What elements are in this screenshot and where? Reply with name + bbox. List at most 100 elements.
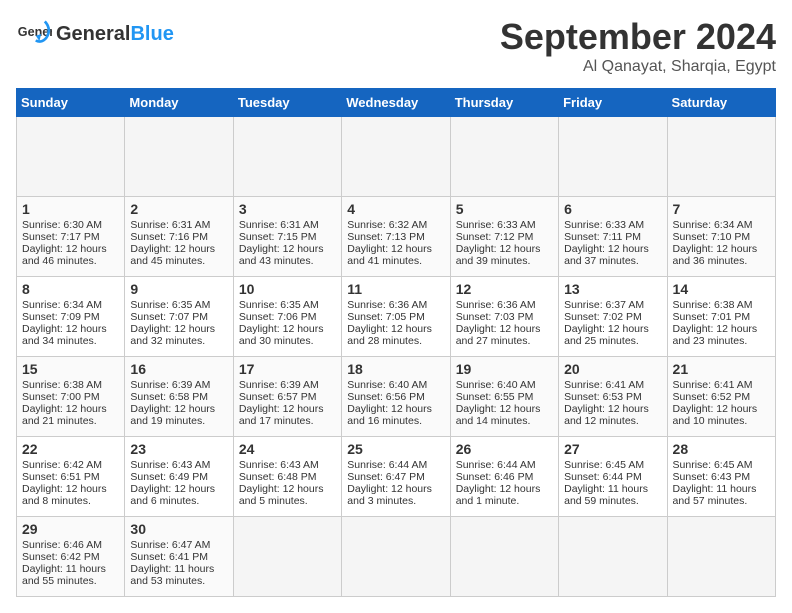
calendar-cell: 9Sunrise: 6:35 AMSunset: 7:07 PMDaylight…: [125, 277, 233, 357]
logo-general: General: [56, 23, 130, 45]
day-number: 18: [347, 361, 444, 377]
day-number: 2: [130, 201, 227, 217]
location-title: Al Qanayat, Sharqia, Egypt: [500, 58, 776, 76]
calendar-cell: 10Sunrise: 6:35 AMSunset: 7:06 PMDayligh…: [233, 277, 341, 357]
calendar-cell: 23Sunrise: 6:43 AMSunset: 6:49 PMDayligh…: [125, 437, 233, 517]
day-number: 20: [564, 361, 661, 377]
calendar-cell: 4 Sunrise: 6:32 AMSunset: 7:13 PMDaylight…: [342, 197, 450, 277]
week-row-3: 15Sunrise: 6:38 AMSunset: 7:00 PMDayligh…: [17, 357, 776, 437]
calendar-cell: 25 Sunrise: 6:44 AMSunset: 6:47 PMDayligh…: [342, 437, 450, 517]
day-info: Sunrise: 6:31 AMSunset: 7:15 PMDaylight:…: [239, 219, 324, 267]
calendar-table: SundayMondayTuesdayWednesdayThursdayFrid…: [16, 88, 776, 597]
calendar-cell: 14 Sunrise: 6:38 AMSunset: 7:01 PMDayligh…: [667, 277, 775, 357]
calendar-cell: 18 Sunrise: 6:40 AMSunset: 6:56 PMDayligh…: [342, 357, 450, 437]
calendar-cell: 3 Sunrise: 6:31 AMSunset: 7:15 PMDaylight…: [233, 197, 341, 277]
day-number: 1: [22, 201, 119, 217]
logo-blue: Blue: [130, 23, 173, 45]
calendar-cell: [559, 117, 667, 197]
col-header-monday: Monday: [125, 89, 233, 117]
day-number: 23: [130, 441, 227, 457]
calendar-cell: 6 Sunrise: 6:33 AMSunset: 7:11 PMDaylight…: [559, 197, 667, 277]
day-number: 8: [22, 281, 119, 297]
day-number: 3: [239, 201, 336, 217]
day-number: 16: [130, 361, 227, 377]
calendar-cell: [125, 117, 233, 197]
day-number: 7: [673, 201, 770, 217]
day-info: Sunrise: 6:33 AMSunset: 7:12 PMDaylight:…: [456, 219, 541, 267]
col-header-saturday: Saturday: [667, 89, 775, 117]
calendar-cell: 7 Sunrise: 6:34 AMSunset: 7:10 PMDaylight…: [667, 197, 775, 277]
day-number: 27: [564, 441, 661, 457]
col-header-wednesday: Wednesday: [342, 89, 450, 117]
week-row-0: [17, 117, 776, 197]
calendar-cell: [450, 117, 558, 197]
day-info: Sunrise: 6:46 AMSunset: 6:42 PMDaylight:…: [22, 539, 106, 587]
calendar-cell: 11Sunrise: 6:36 AMSunset: 7:05 PMDayligh…: [342, 277, 450, 357]
title-block: September 2024 Al Qanayat, Sharqia, Egyp…: [500, 16, 776, 76]
day-info: Sunrise: 6:44 AMSunset: 6:47 PMDaylight:…: [347, 459, 432, 507]
day-number: 19: [456, 361, 553, 377]
day-info: Sunrise: 6:41 AMSunset: 6:52 PMDaylight:…: [673, 379, 758, 427]
week-row-1: 1Sunrise: 6:30 AMSunset: 7:17 PMDaylight…: [17, 197, 776, 277]
calendar-cell: [559, 517, 667, 597]
day-info: Sunrise: 6:32 AMSunset: 7:13 PMDaylight:…: [347, 219, 432, 267]
day-number: 25: [347, 441, 444, 457]
day-info: Sunrise: 6:36 AMSunset: 7:05 PMDaylight:…: [347, 299, 432, 347]
col-header-sunday: Sunday: [17, 89, 125, 117]
day-number: 14: [673, 281, 770, 297]
calendar-cell: 16 Sunrise: 6:39 AMSunset: 6:58 PMDayligh…: [125, 357, 233, 437]
calendar-cell: 19 Sunrise: 6:40 AMSunset: 6:55 PMDayligh…: [450, 357, 558, 437]
calendar-cell: [233, 517, 341, 597]
calendar-cell: 1Sunrise: 6:30 AMSunset: 7:17 PMDaylight…: [17, 197, 125, 277]
day-number: 28: [673, 441, 770, 457]
day-number: 6: [564, 201, 661, 217]
calendar-cell: [450, 517, 558, 597]
day-info: Sunrise: 6:39 AMSunset: 6:58 PMDaylight:…: [130, 379, 215, 427]
calendar-cell: 8 Sunrise: 6:34 AMSunset: 7:09 PMDaylight…: [17, 277, 125, 357]
day-info: Sunrise: 6:34 AMSunset: 7:10 PMDaylight:…: [673, 219, 758, 267]
week-row-5: 29 Sunrise: 6:46 AMSunset: 6:42 PMDayligh…: [17, 517, 776, 597]
calendar-cell: [667, 117, 775, 197]
calendar-cell: 12Sunrise: 6:36 AMSunset: 7:03 PMDayligh…: [450, 277, 558, 357]
month-title: September 2024: [500, 16, 776, 58]
day-info: Sunrise: 6:35 AMSunset: 7:06 PMDaylight:…: [239, 299, 324, 347]
day-info: Sunrise: 6:47 AMSunset: 6:41 PMDaylight:…: [130, 539, 214, 587]
col-header-tuesday: Tuesday: [233, 89, 341, 117]
day-number: 30: [130, 521, 227, 537]
header-row: SundayMondayTuesdayWednesdayThursdayFrid…: [17, 89, 776, 117]
day-info: Sunrise: 6:38 AMSunset: 7:01 PMDaylight:…: [673, 299, 758, 347]
day-number: 24: [239, 441, 336, 457]
day-info: Sunrise: 6:43 AMSunset: 6:48 PMDaylight:…: [239, 459, 324, 507]
page-header: General GeneralBlue September 2024 Al Qa…: [16, 16, 776, 76]
calendar-cell: [342, 117, 450, 197]
logo-text: GeneralBlue: [56, 23, 174, 46]
day-info: Sunrise: 6:45 AMSunset: 6:43 PMDaylight:…: [673, 459, 757, 507]
day-number: 4: [347, 201, 444, 217]
calendar-cell: 13 Sunrise: 6:37 AMSunset: 7:02 PMDayligh…: [559, 277, 667, 357]
day-info: Sunrise: 6:37 AMSunset: 7:02 PMDaylight:…: [564, 299, 649, 347]
day-info: Sunrise: 6:34 AMSunset: 7:09 PMDaylight:…: [22, 299, 107, 347]
calendar-cell: 26Sunrise: 6:44 AMSunset: 6:46 PMDayligh…: [450, 437, 558, 517]
calendar-cell: 17Sunrise: 6:39 AMSunset: 6:57 PMDayligh…: [233, 357, 341, 437]
calendar-cell: 15Sunrise: 6:38 AMSunset: 7:00 PMDayligh…: [17, 357, 125, 437]
calendar-cell: 20Sunrise: 6:41 AMSunset: 6:53 PMDayligh…: [559, 357, 667, 437]
day-info: Sunrise: 6:33 AMSunset: 7:11 PMDaylight:…: [564, 219, 649, 267]
day-number: 22: [22, 441, 119, 457]
calendar-cell: 29 Sunrise: 6:46 AMSunset: 6:42 PMDayligh…: [17, 517, 125, 597]
day-number: 5: [456, 201, 553, 217]
calendar-cell: 24 Sunrise: 6:43 AMSunset: 6:48 PMDayligh…: [233, 437, 341, 517]
day-number: 13: [564, 281, 661, 297]
day-info: Sunrise: 6:40 AMSunset: 6:55 PMDaylight:…: [456, 379, 541, 427]
calendar-cell: 30 Sunrise: 6:47 AMSunset: 6:41 PMDayligh…: [125, 517, 233, 597]
day-info: Sunrise: 6:31 AMSunset: 7:16 PMDaylight:…: [130, 219, 215, 267]
day-number: 15: [22, 361, 119, 377]
calendar-cell: [342, 517, 450, 597]
logo: General GeneralBlue: [16, 16, 174, 52]
logo-icon: General: [16, 16, 52, 52]
day-number: 29: [22, 521, 119, 537]
day-info: Sunrise: 6:40 AMSunset: 6:56 PMDaylight:…: [347, 379, 432, 427]
calendar-cell: 27Sunrise: 6:45 AMSunset: 6:44 PMDayligh…: [559, 437, 667, 517]
day-number: 21: [673, 361, 770, 377]
day-info: Sunrise: 6:42 AMSunset: 6:51 PMDaylight:…: [22, 459, 107, 507]
calendar-cell: 5 Sunrise: 6:33 AMSunset: 7:12 PMDaylight…: [450, 197, 558, 277]
